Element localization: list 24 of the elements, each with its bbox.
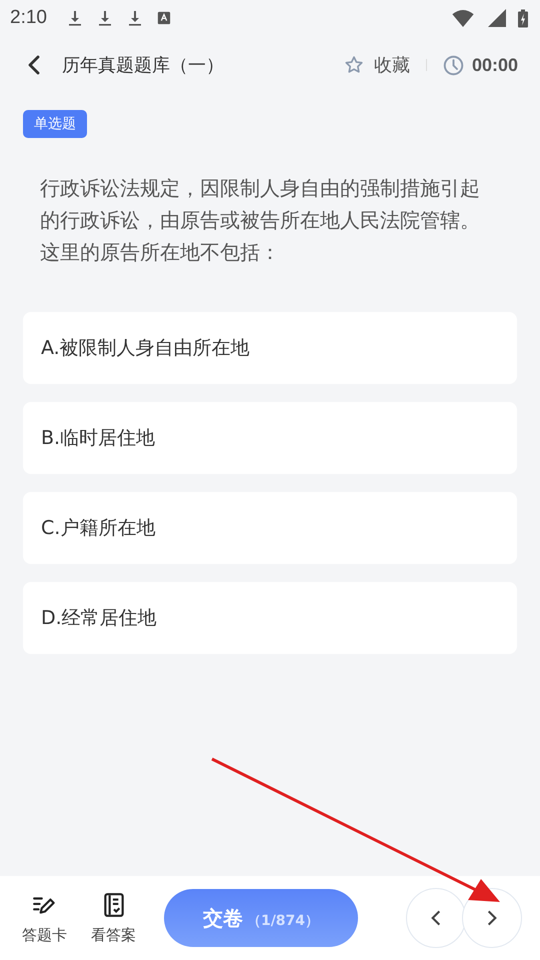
download-icon <box>96 10 113 26</box>
back-icon[interactable] <box>28 55 40 75</box>
answer-card-button[interactable]: 答题卡 <box>22 892 67 944</box>
question-type-tag: 单选题 <box>23 110 87 138</box>
signal-icon <box>488 9 506 27</box>
answer-option[interactable]: B.临时居住地 <box>23 402 517 474</box>
answer-option[interactable]: C.户籍所在地 <box>23 492 517 564</box>
page-title: 历年真题题库（一） <box>62 54 224 77</box>
favorite-button[interactable]: 收藏 <box>344 53 410 77</box>
download-icon <box>66 10 83 26</box>
answer-option[interactable]: A.被限制人身自由所在地 <box>23 312 517 384</box>
battery-icon <box>518 8 528 28</box>
download-icon <box>126 10 143 26</box>
chevron-left-icon <box>431 909 441 927</box>
keyboard-icon <box>156 11 171 25</box>
view-answer-button[interactable]: 看答案 <box>91 892 136 944</box>
question-text: 行政诉讼法规定，因限制人身自由的强制措施引起的行政诉讼，由原告或被告所在地人民法院管辖。这里的原告所在地不包括： <box>40 175 481 266</box>
star-icon <box>344 55 364 75</box>
wifi-icon <box>452 10 474 26</box>
clock-icon <box>442 54 464 76</box>
timer-text: 00:00 <box>472 54 518 76</box>
chevron-right-icon <box>487 909 497 927</box>
status-time: 2:10 <box>10 7 47 29</box>
answer-option[interactable]: D.经常居住地 <box>23 582 517 654</box>
